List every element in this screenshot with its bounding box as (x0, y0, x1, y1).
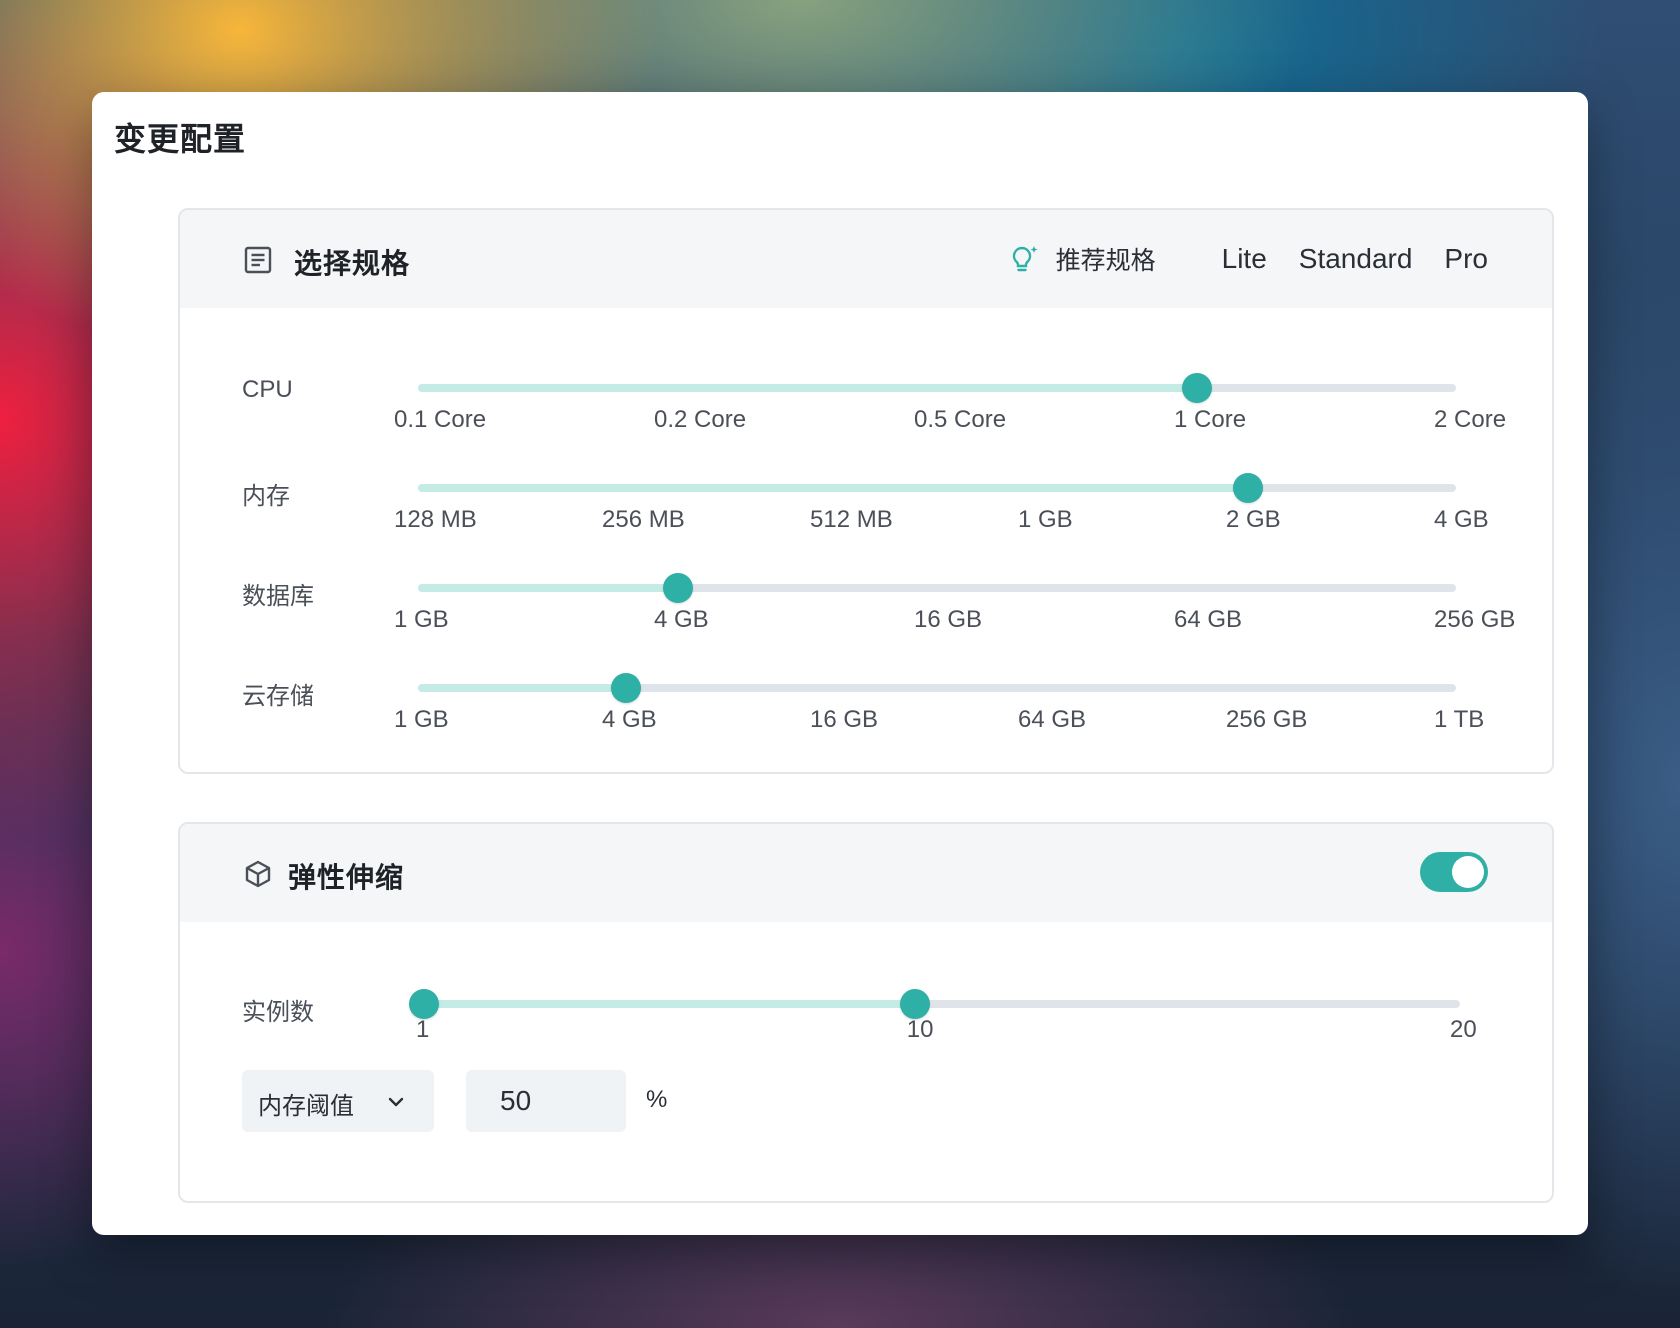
recommend-label: 推荐规格 (1055, 247, 1156, 275)
spec-slider-tick: 256 GB (1434, 606, 1516, 633)
spec-slider-tick: 0.5 Core (914, 406, 1007, 433)
preset-standard[interactable]: Standard (1299, 243, 1413, 275)
spec-slider-tick: 0.1 Core (394, 406, 487, 433)
spec-slider-fill (418, 584, 678, 592)
toggle-knob (1452, 856, 1484, 888)
spec-slider-tick: 0.2 Core (654, 406, 747, 433)
metric-select[interactable]: 内存阈值 (242, 1070, 434, 1132)
lightbulb-sparkle-icon (1012, 246, 1038, 272)
spec-slider-thumb[interactable] (1233, 473, 1264, 503)
spec-slider[interactable] (418, 673, 1456, 703)
spec-slider-fill (418, 684, 626, 692)
autoscaling-card: 弹性伸缩 实例数 1 10 20 内存阈值 % (178, 822, 1554, 1203)
autoscaling-card-header: 弹性伸缩 (180, 824, 1552, 922)
threshold-unit: % (646, 1086, 668, 1113)
preset-lite[interactable]: Lite (1222, 243, 1267, 275)
instances-tick: 10 (906, 1016, 934, 1043)
spec-card-header: 选择规格 推荐规格 Lite Standard Pro (180, 210, 1552, 308)
spec-slider-tick: 1 GB (1018, 506, 1073, 533)
spec-slider-tick: 64 GB (1174, 606, 1243, 633)
spec-slider-fill (418, 384, 1197, 392)
spec-slider-tick: 128 MB (394, 506, 477, 533)
spec-slider[interactable] (418, 473, 1456, 503)
spec-slider-tick: 4 GB (654, 606, 709, 633)
autoscaling-toggle[interactable] (1420, 852, 1488, 892)
spec-row-label: 云存储 (242, 683, 314, 710)
metric-select-value: 内存阈值 (258, 1093, 354, 1120)
instances-tick: 1 (416, 1016, 430, 1043)
spec-slider[interactable] (418, 373, 1456, 403)
threshold-input[interactable] (466, 1070, 626, 1132)
spec-row-label: 内存 (242, 483, 290, 510)
spec-slider-tick: 16 GB (914, 606, 983, 633)
instances-slider-fill (424, 1000, 915, 1008)
spec-card-title: 选择规格 (294, 248, 411, 279)
instances-tick: 20 (1450, 1016, 1477, 1043)
autoscaling-card-title: 弹性伸缩 (288, 862, 405, 893)
instances-label: 实例数 (242, 999, 314, 1026)
chevron-down-icon (388, 1097, 404, 1107)
spec-slider-tick: 1 GB (394, 606, 449, 633)
spec-slider-tick: 1 TB (1434, 706, 1485, 733)
spec-slider-thumb[interactable] (1181, 373, 1212, 403)
instances-slider[interactable] (409, 989, 1460, 1019)
spec-slider-thumb[interactable] (610, 673, 641, 703)
spec-slider-tick: 2 Core (1434, 406, 1507, 433)
spec-row-label: CPU (242, 376, 293, 403)
instances-min-thumb[interactable] (409, 989, 439, 1019)
spec-slider-tick: 1 Core (1174, 406, 1247, 433)
spec-slider-tick: 512 MB (810, 506, 893, 533)
dialog-title: 变更配置 (114, 121, 247, 157)
spec-slider-thumb[interactable] (662, 573, 693, 603)
spec-slider[interactable] (418, 573, 1456, 603)
spec-slider-tick: 256 MB (602, 506, 685, 533)
document-list-icon (244, 246, 272, 274)
spec-row-label: 数据库 (242, 583, 314, 610)
spec-card: 选择规格 推荐规格 Lite Standard Pro CPU 0.1 Core 0… (178, 208, 1554, 774)
spec-slider-tick: 64 GB (1018, 706, 1087, 733)
cube-icon (245, 860, 271, 888)
recommended-presets: 推荐规格 Lite Standard Pro (1010, 242, 1488, 276)
spec-slider-tick: 256 GB (1226, 706, 1308, 733)
spec-slider-tick: 1 GB (394, 706, 449, 733)
preset-pro[interactable]: Pro (1444, 243, 1488, 275)
spec-slider-tick: 2 GB (1226, 506, 1281, 533)
spec-slider-fill (418, 484, 1249, 492)
spec-slider-tick: 4 GB (1434, 506, 1489, 533)
spec-slider-tick: 4 GB (602, 706, 657, 733)
spec-slider-tick: 16 GB (810, 706, 879, 733)
change-config-dialog: 变更配置 选择规格 推荐规格 Lite Standard Pro CPU 0.1… (92, 92, 1588, 1235)
instances-max-thumb[interactable] (899, 989, 930, 1019)
